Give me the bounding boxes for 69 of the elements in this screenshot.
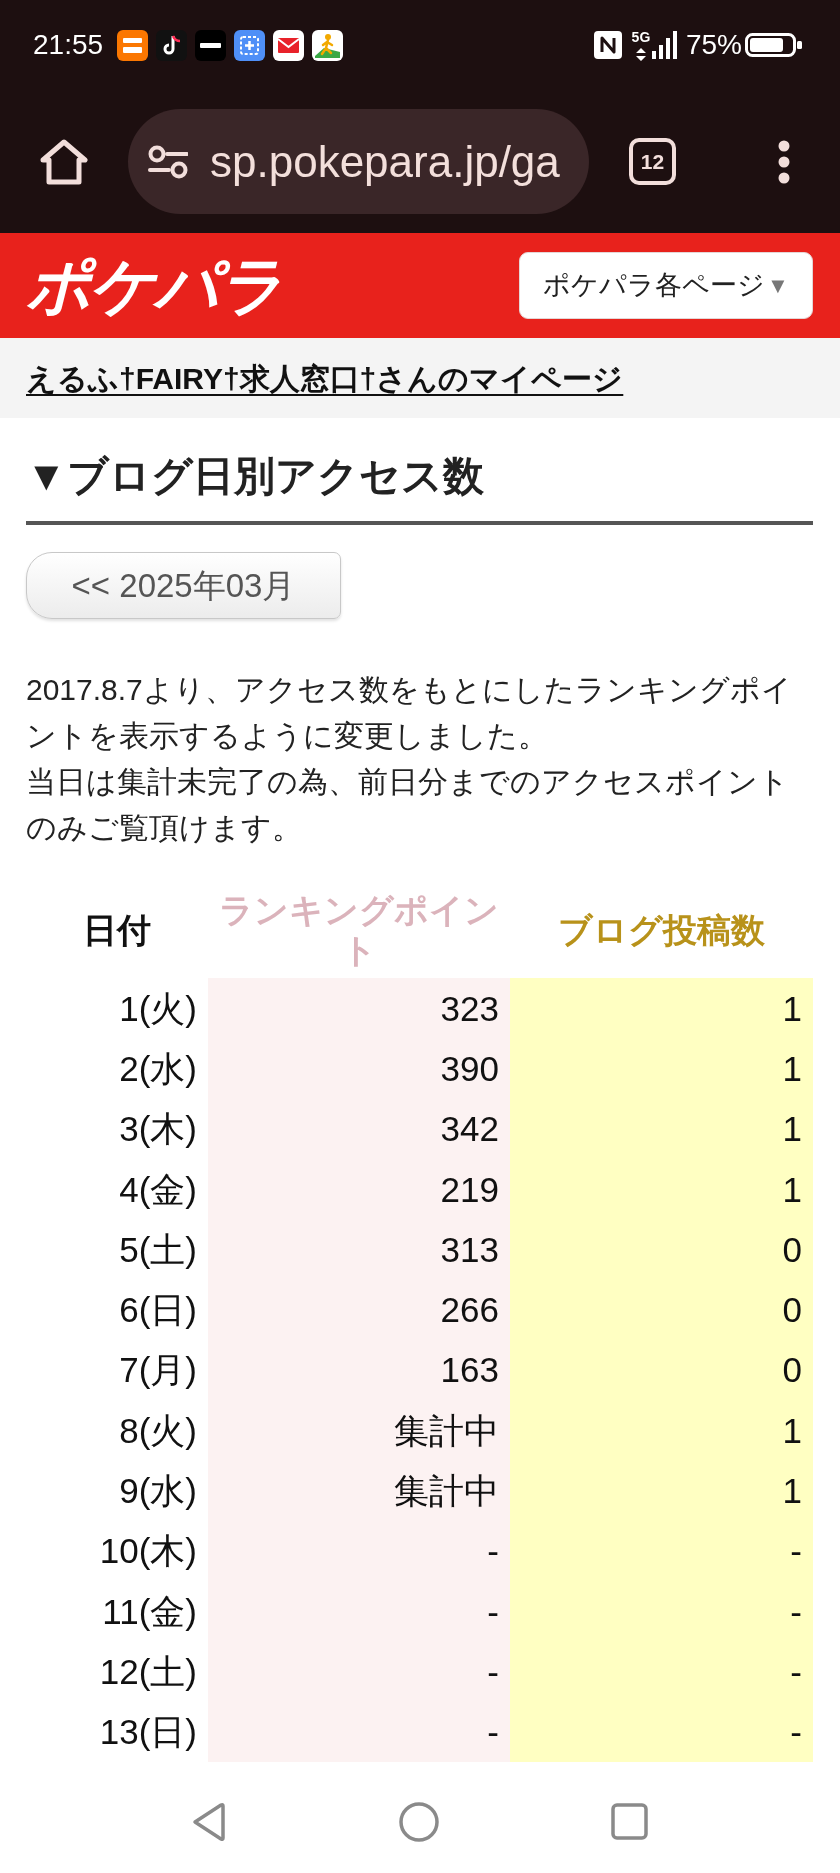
page-menu-button[interactable]: ポケパラ各ページ▼ [519, 252, 813, 319]
table-cell: 1 [510, 1098, 813, 1159]
battery-icon [745, 33, 802, 57]
table-cell: 10(木) [26, 1520, 208, 1581]
table-cell: 0 [510, 1279, 813, 1340]
table-cell: 1(火) [26, 978, 208, 1039]
table-cell: 1 [510, 1400, 813, 1461]
app-icon [195, 29, 227, 61]
site-logo[interactable]: ポケパラ [26, 253, 282, 318]
notice-text: 当日は集計未完了の為、前日分までのアクセスポイントのみご覧頂けます。 [26, 764, 790, 846]
table-cell: - [208, 1520, 510, 1581]
column-header: ブログ投稿数 [510, 881, 813, 978]
table-cell: 1 [510, 1158, 813, 1220]
table-cell: 集計中 [208, 1460, 510, 1521]
table-cell: - [510, 1580, 813, 1642]
table-cell: 5(土) [26, 1219, 208, 1280]
tab-switcher-button[interactable]: 12 [629, 138, 676, 185]
more-menu-icon[interactable] [778, 139, 790, 184]
table-cell: 12(土) [26, 1641, 208, 1702]
table-cell: 2(水) [26, 1038, 208, 1099]
nfc-icon [593, 31, 622, 59]
notice-text: 2017.8.7より、アクセス数をもとにしたランキングポイントを表示するように変更しました。 [26, 672, 793, 754]
envelope-icon [273, 29, 305, 61]
table-cell: 3(木) [26, 1098, 208, 1159]
table-cell: 1 [510, 978, 813, 1039]
table-cell: 7(月) [26, 1339, 208, 1401]
section-title: ▼ブログ日別アクセス数 [26, 451, 813, 525]
address-bar[interactable]: sp.pokepara.jp/ga [128, 109, 589, 214]
column-header: ランキングポイント [208, 881, 510, 978]
table-cell: 163 [208, 1339, 510, 1401]
table-cell: 342 [208, 1098, 510, 1159]
battery-percent-text: 75% [685, 31, 742, 59]
add-square-icon [234, 29, 266, 61]
back-icon[interactable] [192, 1801, 226, 1842]
clock-text: 21:55 [33, 31, 104, 59]
table-cell: - [510, 1520, 813, 1581]
table-cell: 219 [208, 1158, 510, 1220]
recents-icon[interactable] [611, 1803, 648, 1840]
column-header: 日付 [26, 881, 208, 978]
table-cell: 9(水) [26, 1460, 208, 1521]
data-arrows-icon [635, 47, 646, 61]
table-cell: 6(日) [26, 1279, 208, 1340]
table-cell: - [510, 1701, 813, 1762]
table-cell: 0 [510, 1339, 813, 1401]
person-icon [312, 29, 344, 61]
table-cell: 11(金) [26, 1580, 208, 1642]
table-cell: 集計中 [208, 1400, 510, 1461]
table-cell: 266 [208, 1279, 510, 1340]
table-cell: 313 [208, 1219, 510, 1280]
table-cell: 1 [510, 1460, 813, 1521]
table-cell: 323 [208, 978, 510, 1039]
prev-month-button[interactable]: << 2025年03月 [26, 552, 341, 619]
app-icon [117, 29, 149, 61]
table-cell: 0 [510, 1219, 813, 1280]
site-info-icon[interactable] [148, 144, 188, 179]
caret-icon: ▼ [767, 274, 789, 297]
table-cell: - [208, 1701, 510, 1762]
table-cell: 8(火) [26, 1400, 208, 1461]
table-cell: - [208, 1641, 510, 1702]
table-cell: 4(金) [26, 1158, 208, 1220]
network-type-text: 5G [631, 29, 651, 44]
signal-icon [651, 31, 678, 59]
table-cell: 390 [208, 1038, 510, 1099]
music-note-icon [156, 29, 188, 61]
table-cell: - [208, 1580, 510, 1642]
table-cell: 1 [510, 1038, 813, 1099]
table-cell: - [510, 1641, 813, 1702]
table-cell: 13(日) [26, 1701, 208, 1762]
url-text: sp.pokepara.jp/ga [210, 139, 560, 184]
